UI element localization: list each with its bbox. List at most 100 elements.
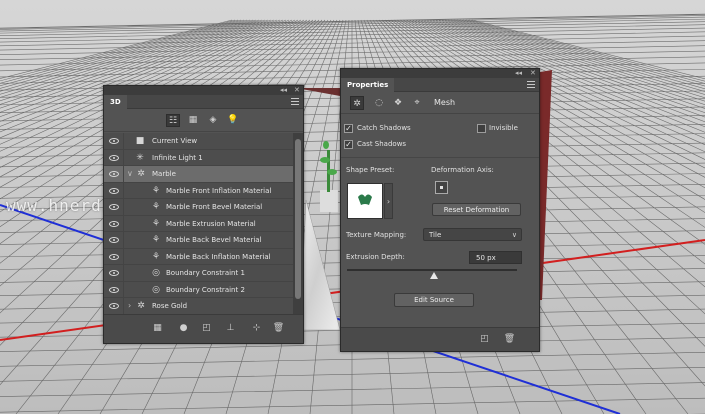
constraint-icon: ◎	[152, 284, 160, 295]
layer-row-material[interactable]: ⚘ Marble Back Bevel Material	[104, 232, 293, 249]
extrusion-depth-input[interactable]: 50 px	[469, 251, 522, 264]
coordinate-icon[interactable]: ⊹	[250, 322, 263, 335]
layer-label: Marble Back Inflation Material	[166, 252, 271, 261]
trash-icon[interactable]: 🗑	[272, 322, 285, 335]
layer-row-marble[interactable]: ∨ ✲ Marble	[104, 166, 293, 183]
panel-topbar: ◂◂ ✕	[104, 86, 303, 95]
visibility-eye-icon[interactable]	[109, 154, 119, 161]
catch-shadows-checkbox[interactable]: ✓	[344, 124, 353, 133]
visibility-eye-icon[interactable]	[109, 286, 119, 293]
coordinates-icon[interactable]: ⌖	[410, 96, 424, 110]
invisible-label: Invisible	[489, 124, 518, 132]
tabbar: Properties	[341, 78, 539, 92]
trash-icon[interactable]: 🗑	[503, 333, 516, 346]
texture-mapping-value: Tile	[429, 231, 442, 239]
visibility-eye-icon[interactable]	[109, 303, 119, 309]
add-light-icon[interactable]: ●	[177, 322, 190, 335]
layer-row-rose-gold[interactable]: › ✲ Rose Gold	[104, 298, 293, 315]
visibility-eye-icon[interactable]	[109, 220, 119, 227]
cap-icon[interactable]: ❖	[391, 96, 405, 110]
divider	[341, 157, 539, 158]
scene-layer-list: ■ Current View ✳ Infinite Light 1 ∨ ✲ Ma…	[104, 133, 293, 315]
material-icon: ⚘	[151, 251, 161, 262]
layer-label: Current View	[152, 137, 198, 145]
mesh-filter-icon[interactable]: ▦	[186, 114, 200, 127]
panel-topbar: ◂◂ ✕	[341, 69, 539, 78]
slider-handle[interactable]	[429, 272, 438, 279]
scrollbar-thumb[interactable]	[295, 139, 301, 299]
layer-row-infinite-light[interactable]: ✳ Infinite Light 1	[104, 149, 293, 166]
shape-preset-thumbnail[interactable]	[347, 183, 383, 219]
layer-label: Boundary Constraint 2	[166, 285, 245, 294]
layer-row-constraint[interactable]: ◎ Boundary Constraint 1	[104, 265, 293, 282]
visibility-eye-icon[interactable]	[109, 187, 119, 194]
layer-row-material[interactable]: ⚘ Marble Extrusion Material	[104, 215, 293, 232]
tab-properties[interactable]: Properties	[341, 78, 395, 92]
panel-bottom-toolbar: ▦ ● ◰ ⊥ ⊹ 🗑	[104, 314, 303, 343]
tab-3d[interactable]: 3D	[104, 95, 127, 109]
shape-preset-dropdown-arrow[interactable]: ›	[384, 183, 393, 219]
shape-preset-label: Shape Preset:	[346, 166, 395, 174]
light-icon: ✳	[136, 152, 144, 163]
mesh-icon: ✲	[137, 169, 145, 179]
collapse-panel-icon[interactable]: ◂◂	[515, 69, 522, 78]
panel-menu-icon[interactable]	[291, 98, 299, 105]
mesh-tab-label[interactable]: Mesh	[434, 92, 455, 114]
collapse-panel-icon[interactable]: ◂◂	[280, 86, 287, 95]
cast-shadows-label: Cast Shadows	[357, 140, 407, 148]
mesh-icon: ✲	[137, 301, 145, 311]
twirl-right-icon[interactable]: ›	[128, 298, 131, 314]
render-icon[interactable]: ◰	[200, 322, 213, 335]
deformation-axis-widget[interactable]	[435, 181, 448, 194]
shape-preset-preview-icon	[358, 194, 372, 205]
layer-label: Marble Front Inflation Material	[166, 186, 272, 195]
ground-plane-icon[interactable]: ⊥	[224, 322, 237, 335]
add-mesh-icon[interactable]: ▦	[151, 322, 164, 335]
close-panel-icon[interactable]: ✕	[294, 86, 300, 95]
tabbar: 3D	[104, 95, 303, 109]
deformation-axis-label: Deformation Axis:	[431, 166, 494, 174]
visibility-eye-icon[interactable]	[109, 237, 119, 243]
camera-icon: ■	[135, 136, 145, 146]
visibility-eye-icon[interactable]	[109, 138, 119, 144]
properties-panel: ◂◂ ✕ Properties ✲ ◌ ❖ ⌖ Mesh ✓ Catch Sha…	[340, 68, 540, 352]
visibility-eye-icon[interactable]	[109, 204, 119, 210]
cast-shadows-checkbox[interactable]: ✓	[344, 140, 353, 149]
reset-deformation-button[interactable]: Reset Deformation	[432, 203, 521, 216]
render-icon[interactable]: ◰	[478, 333, 491, 346]
material-filter-icon[interactable]: ◈	[206, 114, 220, 127]
layer-label: Boundary Constraint 1	[166, 269, 245, 277]
twirl-down-icon[interactable]: ∨	[127, 166, 133, 182]
layer-row-current-view[interactable]: ■ Current View	[104, 133, 293, 150]
material-icon: ⚘	[151, 185, 161, 196]
material-icon: ⚘	[151, 235, 161, 245]
panel-menu-icon[interactable]	[527, 81, 535, 88]
panel-bottom-toolbar: ◰ 🗑	[341, 327, 539, 351]
chevron-down-icon: ∨	[511, 231, 517, 239]
extrusion-depth-slider[interactable]	[347, 269, 517, 271]
deform-icon[interactable]: ◌	[372, 96, 386, 110]
layer-label: Marble Back Bevel Material	[166, 236, 262, 244]
filter-toolbar: ☷ ▦ ◈ 💡	[104, 109, 303, 132]
invisible-checkbox[interactable]	[477, 124, 486, 133]
layer-label: Rose Gold	[152, 302, 188, 310]
edit-source-button[interactable]: Edit Source	[394, 293, 474, 307]
layer-row-material[interactable]: ⚘ Marble Front Bevel Material	[104, 199, 293, 216]
layer-scrollbar[interactable]	[293, 133, 303, 315]
extrusion-depth-label: Extrusion Depth:	[346, 253, 405, 261]
layer-row-material[interactable]: ⚘ Marble Front Inflation Material	[104, 182, 293, 199]
visibility-eye-icon[interactable]	[109, 171, 119, 177]
light-filter-icon[interactable]: 💡	[226, 114, 240, 127]
layer-row-constraint[interactable]: ◎ Boundary Constraint 2	[104, 281, 293, 298]
layer-row-material[interactable]: ⚘ Marble Back Inflation Material	[104, 248, 293, 265]
layer-label: Marble Extrusion Material	[166, 219, 256, 228]
layer-label: Infinite Light 1	[152, 153, 203, 162]
mesh-settings-icon[interactable]: ✲	[350, 96, 364, 110]
visibility-eye-icon[interactable]	[109, 270, 119, 276]
close-panel-icon[interactable]: ✕	[530, 69, 536, 78]
visibility-eye-icon[interactable]	[109, 253, 119, 260]
layer-label: Marble Front Bevel Material	[166, 203, 263, 211]
scene-filter-icon[interactable]: ☷	[166, 114, 180, 127]
texture-mapping-select[interactable]: Tile ∨	[423, 228, 522, 241]
layer-label: Marble	[152, 170, 176, 178]
